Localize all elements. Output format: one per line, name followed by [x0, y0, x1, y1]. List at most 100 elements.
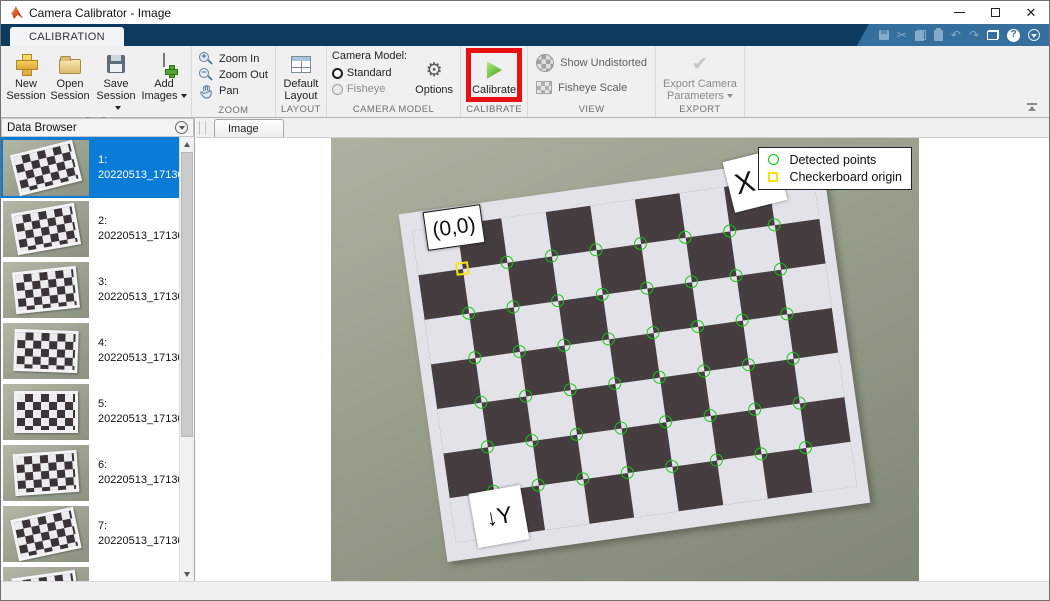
image-thumbnail	[3, 384, 89, 440]
image-list-scrollbar[interactable]	[179, 137, 194, 581]
window-title: Camera Calibrator - Image	[29, 6, 171, 20]
save-icon[interactable]	[879, 30, 889, 40]
new-session-icon	[16, 54, 36, 74]
minimize-button[interactable]	[941, 1, 977, 24]
detected-point-marker	[544, 249, 559, 264]
scroll-up-button[interactable]	[180, 137, 194, 151]
detected-point-marker	[773, 262, 788, 277]
detected-point-marker	[589, 242, 604, 257]
image-list-item-3[interactable]: 3:20220513_171302.jpg	[1, 259, 179, 320]
zoom-in-button[interactable]: + Zoom In	[199, 51, 268, 67]
image-list-item-6[interactable]: 6:20220513_171306.jpg	[1, 442, 179, 503]
detected-point-marker	[474, 395, 489, 410]
options-button[interactable]: ⚙ Options	[411, 49, 457, 102]
save-session-button[interactable]: Save Session	[92, 49, 140, 114]
detected-point-marker	[633, 236, 648, 251]
image-thumbnail	[3, 140, 89, 196]
export-camera-parameters-button[interactable]: ✔ Export Camera Parameters	[659, 49, 741, 102]
calibrate-button[interactable]: Calibrate	[471, 53, 517, 97]
data-browser-header: Data Browser	[1, 118, 194, 137]
detected-point-marker	[792, 396, 807, 411]
windows-icon[interactable]	[987, 30, 999, 40]
default-layout-icon	[291, 56, 311, 73]
tab-image[interactable]: Image	[214, 119, 284, 137]
image-item-label: 2:20220513_171301.jpg	[89, 214, 179, 244]
image-item-label: 7:20220513_171308.jpg	[89, 519, 179, 549]
dropdown-icon[interactable]	[1028, 29, 1040, 41]
section-label-calibrate: CALIBRATE	[464, 102, 524, 117]
image-item-label: 6:20220513_171306.jpg	[89, 458, 179, 488]
tab-calibration[interactable]: CALIBRATION	[10, 27, 124, 46]
checkerboard-origin-marker	[455, 261, 470, 276]
pan-button[interactable]: Pan	[199, 83, 268, 99]
new-session-button[interactable]: New Session	[4, 49, 48, 114]
redo-icon[interactable]: ↷	[969, 29, 979, 41]
scroll-down-button[interactable]	[180, 567, 194, 581]
detected-point-marker	[703, 408, 718, 423]
zoom-out-button[interactable]: − Zoom Out	[199, 67, 268, 83]
image-thumbnail	[3, 567, 89, 582]
ribbon-tabstrip: CALIBRATION ✂ ↶ ↷ ?	[1, 24, 1049, 46]
tabbar-grip[interactable]	[199, 121, 206, 135]
image-list-item-2[interactable]: 2:20220513_171301.jpg	[1, 198, 179, 259]
section-label-camera-model: CAMERA MODEL	[330, 102, 457, 117]
help-icon[interactable]: ?	[1007, 29, 1020, 42]
show-undistorted-button[interactable]: Show Undistorted	[536, 53, 647, 73]
paste-icon[interactable]	[934, 30, 943, 41]
image-item-label: 3:20220513_171302.jpg	[89, 275, 179, 305]
detected-point-marker	[658, 414, 673, 429]
collapse-arrow-icon	[1028, 106, 1036, 111]
image-list-item-8[interactable]: 8:	[1, 564, 179, 581]
legend: Detected points Checkerboard origin	[758, 147, 912, 190]
detected-point-marker	[722, 224, 737, 239]
image-list-item-1[interactable]: 1:20220513_171300.jpg	[1, 137, 179, 198]
ribbon: New Session Open Session Save Session Ad…	[1, 46, 1049, 118]
radio-fisheye-icon	[332, 84, 343, 95]
detected-point-marker	[798, 440, 813, 455]
export-check-icon: ✔	[692, 55, 708, 73]
legend-checkerboard-origin: Checkerboard origin	[766, 168, 902, 185]
detected-point-marker	[639, 281, 654, 296]
default-layout-button[interactable]: Default Layout	[279, 49, 323, 102]
export-caret-icon	[727, 94, 733, 98]
detected-point-marker	[697, 364, 712, 379]
add-images-icon	[153, 54, 175, 74]
detected-point-marker	[767, 217, 782, 232]
section-zoom: + Zoom In − Zoom Out Pan ZOOM	[192, 46, 276, 117]
image-thumbnail	[3, 323, 89, 379]
detected-point-marker	[779, 307, 794, 322]
image-list-item-5[interactable]: 5:20220513_171305.jpg	[1, 381, 179, 442]
calibrate-highlight-box: Calibrate	[466, 48, 522, 102]
image-list-item-4[interactable]: 4:20220513_171303.jpg	[1, 320, 179, 381]
image-thumbnail	[3, 201, 89, 257]
detected-point-marker	[531, 478, 546, 493]
radio-standard-icon	[332, 68, 343, 79]
open-session-button[interactable]: Open Session	[48, 49, 92, 114]
show-undistorted-icon	[536, 54, 554, 72]
image-list-item-7[interactable]: 7:20220513_171308.jpg	[1, 503, 179, 564]
detected-point-marker	[652, 370, 667, 385]
minimize-ribbon-button[interactable]	[1027, 103, 1037, 112]
panel-menu-icon[interactable]	[175, 121, 188, 134]
add-images-button[interactable]: Add Images	[140, 49, 188, 114]
detected-point-marker	[467, 350, 482, 365]
detected-point-marker	[665, 459, 680, 474]
fisheye-scale-button[interactable]: Fisheye Scale	[536, 78, 647, 98]
radio-standard[interactable]: Standard	[332, 65, 407, 81]
scrollbar-thumb[interactable]	[181, 152, 193, 437]
detected-point-marker	[646, 325, 661, 340]
detected-point-marker	[786, 351, 801, 366]
origin-marker-icon	[768, 172, 778, 182]
cut-icon[interactable]: ✂	[897, 29, 907, 41]
maximize-button[interactable]	[977, 1, 1013, 24]
image-canvas: X (0,0) ↓Y Detected points Checkerboard …	[196, 138, 1049, 581]
undo-icon[interactable]: ↶	[951, 29, 961, 41]
radio-fisheye[interactable]: Fisheye	[332, 81, 407, 97]
copy-icon[interactable]	[915, 30, 926, 41]
close-button[interactable]: ✕	[1013, 1, 1049, 24]
detected-point-marker	[563, 382, 578, 397]
close-icon: ✕	[1026, 6, 1037, 19]
calibrate-play-icon	[485, 61, 504, 80]
detected-point-marker	[741, 357, 756, 372]
section-export: ✔ Export Camera Parameters EXPORT	[656, 46, 745, 117]
